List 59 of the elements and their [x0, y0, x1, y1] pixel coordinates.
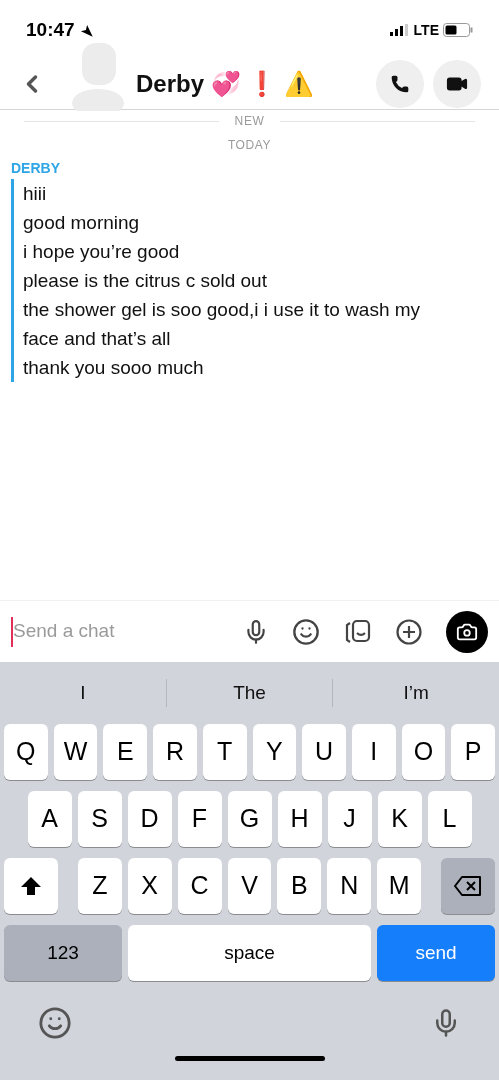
keyboard-key[interactable]: J	[327, 791, 372, 847]
chat-input[interactable]: Send a chat	[13, 617, 243, 646]
space-key[interactable]: space	[128, 925, 371, 981]
keyboard-key[interactable]: E	[103, 724, 148, 780]
video-call-button[interactable]	[433, 59, 481, 108]
keyboard-key[interactable]: U	[302, 724, 346, 780]
keyboard-key[interactable]: R	[153, 724, 197, 780]
network-label: LTE	[413, 20, 439, 40]
new-divider: NEW	[234, 113, 265, 130]
suggestion[interactable]: The	[233, 678, 266, 708]
sender-name: DERBY	[11, 159, 61, 178]
avatar-icon	[72, 42, 124, 111]
keyboard-key[interactable]: Q	[4, 724, 48, 780]
camera-button[interactable]	[446, 610, 488, 653]
contact-name: Derby 💞 ❗ ⚠	[136, 68, 316, 99]
keyboard-key[interactable]: B	[277, 858, 322, 914]
send-key[interactable]: send	[377, 925, 495, 981]
shift-icon	[19, 876, 42, 896]
chat-message: thank you sooo much	[23, 356, 205, 380]
keyboard-key[interactable]: L	[427, 791, 472, 847]
suggestion[interactable]: I	[80, 678, 86, 708]
keyboard-key[interactable]: T	[202, 724, 247, 780]
emoji-keyboard-icon[interactable]	[38, 1006, 72, 1040]
keyboard-key[interactable]: W	[53, 724, 98, 780]
date-divider: TODAY	[227, 137, 272, 154]
suggestion[interactable]: I’m	[403, 678, 429, 708]
backspace-icon	[454, 876, 483, 896]
keyboard-key[interactable]: X	[127, 858, 172, 914]
call-button[interactable]	[376, 59, 424, 108]
chat-message: i hope you’re good	[23, 240, 181, 264]
chat-message: hiii	[23, 182, 48, 206]
status-time: 10:47	[26, 17, 75, 42]
keyboard-key[interactable]: A	[27, 791, 72, 847]
keyboard-key[interactable]: D	[127, 791, 172, 847]
keyboard-key[interactable]: N	[327, 858, 372, 914]
keyboard-key[interactable]: V	[227, 858, 272, 914]
backspace-key[interactable]	[441, 858, 495, 914]
keyboard-key[interactable]: H	[277, 791, 322, 847]
keyboard-key[interactable]: K	[377, 791, 422, 847]
keyboard-key[interactable]: O	[401, 724, 446, 780]
signal-icon	[389, 24, 410, 36]
chat-message: good morning	[23, 211, 141, 235]
stickers-icon[interactable]	[343, 617, 372, 646]
chat-message: please is the citrus c sold out	[23, 269, 268, 293]
keyboard-key[interactable]: P	[451, 724, 495, 780]
keyboard-key[interactable]: S	[77, 791, 122, 847]
battery-icon	[443, 23, 473, 37]
keyboard-key[interactable]: Y	[252, 724, 297, 780]
keyboard-key[interactable]: Z	[77, 858, 122, 914]
keyboard-key[interactable]: M	[377, 858, 422, 914]
keyboard-key[interactable]: I	[351, 724, 396, 780]
numbers-key[interactable]: 123	[4, 925, 122, 981]
shift-key[interactable]	[4, 858, 58, 914]
emoji-icon[interactable]	[292, 617, 321, 646]
keyboard-key[interactable]: C	[177, 858, 222, 914]
phone-icon	[390, 73, 410, 94]
keyboard-key[interactable]: F	[177, 791, 222, 847]
add-icon[interactable]	[394, 617, 423, 646]
keyboard-key[interactable]: G	[227, 791, 272, 847]
